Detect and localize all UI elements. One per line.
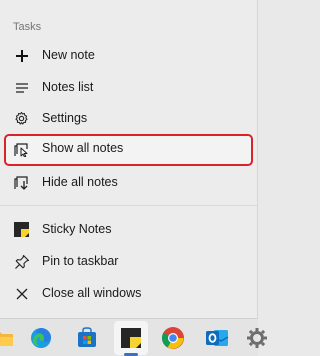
- notes-list-menu-item[interactable]: Notes list: [4, 73, 253, 102]
- jump-list: Tasks New note Notes list Settings Show …: [0, 0, 258, 318]
- pin-to-taskbar-label: Pin to taskbar: [42, 254, 119, 268]
- list-icon: [13, 79, 30, 96]
- section-header-tasks: Tasks: [13, 21, 42, 33]
- pin-to-taskbar-item[interactable]: Pin to taskbar: [4, 247, 253, 276]
- show-all-notes-label: Show all notes: [42, 141, 124, 155]
- sticky-notes-icon[interactable]: [118, 325, 144, 351]
- close-all-windows-item[interactable]: Close all windows: [4, 279, 253, 308]
- sticky-notes-app-icon: [13, 221, 30, 238]
- plus-icon: [13, 47, 30, 64]
- notes-list-label: Notes list: [42, 80, 94, 94]
- new-note-menu-item[interactable]: New note: [4, 41, 253, 70]
- sticky-notes-label: Sticky Notes: [42, 222, 112, 236]
- show-notes-icon: [13, 140, 30, 157]
- divider: [0, 205, 257, 206]
- close-icon: [13, 285, 30, 302]
- taskbar: [0, 318, 267, 356]
- gear-icon: [13, 110, 30, 127]
- microsoft-store-icon[interactable]: [74, 325, 100, 351]
- close-all-windows-label: Close all windows: [42, 286, 142, 300]
- hide-notes-icon: [13, 174, 30, 191]
- show-all-notes-menu-item[interactable]: Show all notes: [4, 134, 253, 166]
- file-explorer-icon[interactable]: [0, 325, 16, 351]
- outlook-icon[interactable]: [204, 325, 230, 351]
- edge-icon[interactable]: [28, 325, 54, 351]
- hide-all-notes-label: Hide all notes: [42, 175, 118, 189]
- new-note-label: New note: [42, 48, 95, 62]
- settings-icon[interactable]: [244, 325, 270, 351]
- settings-label: Settings: [42, 111, 88, 125]
- sticky-notes-app-item[interactable]: Sticky Notes: [4, 215, 253, 244]
- hide-all-notes-menu-item[interactable]: Hide all notes: [4, 168, 253, 197]
- chrome-icon[interactable]: [160, 325, 186, 351]
- pin-icon: [13, 253, 30, 270]
- settings-menu-item[interactable]: Settings: [4, 104, 253, 133]
